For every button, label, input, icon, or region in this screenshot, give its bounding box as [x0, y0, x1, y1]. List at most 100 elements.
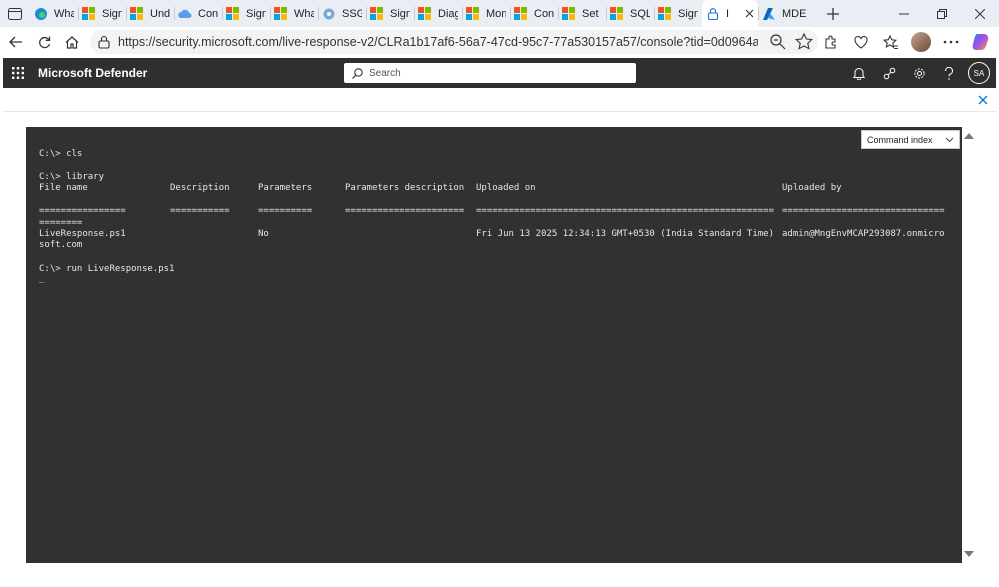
divider-parameters: ==========	[258, 206, 313, 216]
microsoft-logo-icon	[658, 6, 672, 21]
browser-essentials-button[interactable]	[847, 28, 875, 56]
back-button[interactable]	[2, 28, 30, 56]
tab-title: Sign i	[678, 7, 698, 20]
restore-button[interactable]	[923, 0, 961, 27]
console-line: C:\> cls	[39, 149, 83, 159]
divider-uploaded-on: ========================================…	[476, 206, 775, 216]
tabs-list: What Sign i Unde Conto Sign i What SSG II Sign …	[30, 0, 810, 27]
tab-title: I	[726, 7, 730, 20]
row-uploaded-on: Fri Jun 13 2025 12:34:13 GMT+0530 (India…	[476, 229, 775, 239]
favorite-star-icon[interactable]	[794, 32, 814, 52]
user-account-button[interactable]: SA	[968, 62, 990, 84]
notifications-button[interactable]	[844, 58, 874, 88]
minimize-button[interactable]	[885, 0, 923, 27]
puzzle-icon	[825, 35, 836, 49]
browser-tab[interactable]: Diagr	[414, 0, 462, 27]
product-title[interactable]: Microsoft Defender	[38, 66, 147, 80]
close-panel-icon[interactable]	[976, 93, 990, 107]
restore-icon	[937, 8, 947, 19]
row-uploaded-by: admin@MngEnvMCAP293087.onmicro	[782, 229, 945, 239]
tab-actions-button[interactable]	[0, 0, 30, 27]
tab-title: Diagr	[438, 7, 458, 20]
close-window-button[interactable]	[961, 0, 999, 27]
browser-tab[interactable]: Sign i	[654, 0, 702, 27]
browser-tab[interactable]: Confi	[510, 0, 558, 27]
defender-header: Microsoft Defender Search SA	[3, 58, 996, 88]
browser-tab[interactable]: What	[30, 0, 78, 27]
browser-tab[interactable]: SSG II	[318, 0, 366, 27]
tab-title: Confi	[534, 7, 554, 20]
browser-tab[interactable]: Sign i	[222, 0, 270, 27]
profile-avatar	[911, 32, 931, 52]
close-tab-icon[interactable]	[745, 9, 754, 18]
back-arrow-icon	[9, 36, 22, 48]
row-uploaded-by-wrap: soft.com	[39, 240, 83, 250]
more-dots-icon	[943, 40, 959, 44]
console-line: C:\> run LiveResponse.ps1	[39, 264, 175, 274]
tab-title: Sign i	[102, 7, 122, 20]
url-text[interactable]: https://security.microsoft.com/live-resp…	[118, 35, 758, 49]
scroll-up-icon[interactable]	[963, 130, 975, 142]
browser-tab[interactable]: MDE	[758, 0, 810, 27]
browser-tab[interactable]: I	[702, 0, 758, 27]
console-cursor: _	[39, 274, 45, 284]
azure-icon	[763, 7, 775, 20]
refresh-icon	[38, 36, 50, 48]
tab-title: SSG II	[342, 7, 362, 20]
microsoft-logo-icon	[82, 6, 96, 21]
extensions-button[interactable]	[817, 28, 845, 56]
favorites-button[interactable]	[877, 28, 905, 56]
divider-description: ===========	[170, 206, 230, 216]
browser-tab[interactable]: Sign i	[78, 0, 126, 27]
browser-tab[interactable]: What	[270, 0, 318, 27]
app-launcher-button[interactable]	[3, 58, 33, 88]
help-question-icon	[944, 66, 953, 80]
refresh-button[interactable]	[30, 28, 58, 56]
browser-tab[interactable]: Sign i	[366, 0, 414, 27]
header-parameters-description: Parameters description	[345, 183, 465, 193]
header-parameters: Parameters	[258, 183, 313, 193]
browser-tab[interactable]: Moni	[462, 0, 510, 27]
browser-tab[interactable]: Set u	[558, 0, 606, 27]
microsoft-logo-icon	[226, 6, 240, 21]
home-button[interactable]	[58, 28, 86, 56]
bell-icon	[853, 67, 865, 80]
help-button[interactable]	[934, 58, 964, 88]
header-description: Description	[170, 183, 230, 193]
copilot-button[interactable]	[967, 28, 995, 56]
header-uploaded-on: Uploaded on	[476, 183, 536, 193]
tab-title: MDE	[782, 7, 806, 20]
microsoft-logo-icon	[610, 6, 624, 21]
microsoft-logo-icon	[562, 6, 576, 21]
defender-search-box[interactable]: Search	[344, 63, 636, 83]
search-icon	[352, 67, 363, 79]
new-tab-button[interactable]	[818, 0, 848, 27]
settings-more-button[interactable]	[937, 28, 965, 56]
community-button[interactable]	[874, 58, 904, 88]
microsoft-logo-icon	[130, 6, 144, 21]
tab-title: SQL /	[630, 7, 650, 20]
console-scrollbar[interactable]	[962, 127, 974, 563]
microsoft-logo-icon	[370, 6, 384, 21]
browser-tab[interactable]: SQL /	[606, 0, 654, 27]
tab-title: Conto	[198, 7, 218, 20]
zoom-icon[interactable]	[768, 32, 788, 52]
browser-tab-strip: What Sign i Unde Conto Sign i What SSG II Sign …	[0, 0, 999, 27]
gear-icon	[323, 8, 335, 19]
window-icon	[8, 7, 22, 20]
profile-button[interactable]	[907, 28, 935, 56]
browser-tab[interactable]: Unde	[126, 0, 174, 27]
live-response-console[interactable]: Command index C:\> cls C:\> library File…	[26, 127, 962, 563]
close-icon	[975, 8, 985, 19]
settings-button[interactable]	[904, 58, 934, 88]
microsoft-logo-icon	[418, 6, 432, 21]
home-icon	[65, 35, 79, 49]
row-parameters: No	[258, 229, 269, 239]
edge-icon	[35, 7, 47, 20]
divider-uploaded-by: ==============================	[782, 206, 950, 216]
tab-title: Unde	[150, 7, 170, 20]
scroll-down-icon[interactable]	[963, 548, 975, 560]
browser-tab[interactable]: Conto	[174, 0, 222, 27]
address-bar[interactable]: https://security.microsoft.com/live-resp…	[90, 30, 818, 54]
tab-title: Set u	[582, 7, 602, 20]
